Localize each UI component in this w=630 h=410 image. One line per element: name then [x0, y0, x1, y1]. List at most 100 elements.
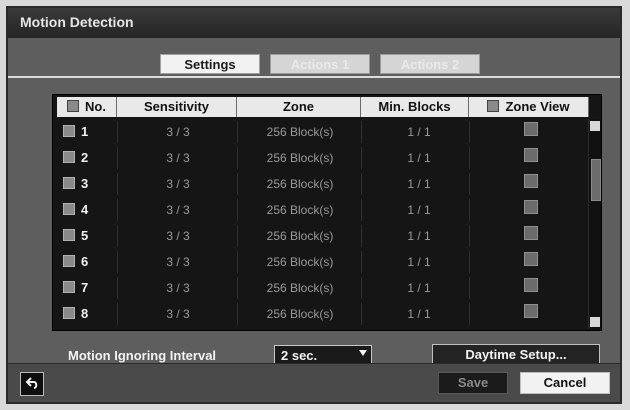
row-checkbox[interactable]	[63, 281, 75, 293]
table-row[interactable]: 1 3 / 3 256 Block(s) 1 / 1	[53, 121, 601, 143]
row-min-blocks[interactable]: 1 / 1	[369, 147, 469, 169]
row-no[interactable]: 1	[63, 121, 88, 143]
cell-divider	[237, 225, 238, 247]
row-min-blocks[interactable]: 1 / 1	[369, 225, 469, 247]
column-sensitivity[interactable]: Sensitivity	[117, 97, 237, 117]
tab-settings[interactable]: Settings	[160, 54, 260, 74]
select-all-checkbox[interactable]	[67, 100, 80, 112]
row-zone-view[interactable]	[475, 121, 587, 143]
row-zone[interactable]: 256 Block(s)	[241, 303, 359, 325]
row-checkbox[interactable]	[63, 125, 75, 137]
table-row[interactable]: 4 3 / 3 256 Block(s) 1 / 1	[53, 199, 601, 221]
row-zone[interactable]: 256 Block(s)	[241, 251, 359, 273]
row-min-blocks[interactable]: 1 / 1	[369, 251, 469, 273]
table-row[interactable]: 8 3 / 3 256 Block(s) 1 / 1	[53, 303, 601, 325]
tab-actions-2[interactable]: Actions 2	[380, 54, 480, 74]
row-number: 2	[81, 150, 89, 165]
row-no[interactable]: 7	[63, 277, 88, 299]
cell-divider	[237, 121, 238, 143]
tab-actions-1[interactable]: Actions 1	[270, 54, 370, 74]
cell-divider	[117, 199, 118, 221]
row-checkbox[interactable]	[63, 151, 75, 163]
row-zone[interactable]: 256 Block(s)	[241, 225, 359, 247]
row-min-blocks[interactable]: 1 / 1	[369, 303, 469, 325]
row-sensitivity[interactable]: 3 / 3	[123, 147, 233, 169]
column-zone[interactable]: Zone	[237, 97, 361, 117]
zone-view-checkbox[interactable]	[524, 278, 538, 292]
table-row[interactable]: 6 3 / 3 256 Block(s) 1 / 1	[53, 251, 601, 273]
row-checkbox[interactable]	[63, 203, 75, 215]
column-min-blocks[interactable]: Min. Blocks	[361, 97, 469, 117]
row-zone-view[interactable]	[475, 225, 587, 247]
row-min-blocks[interactable]: 1 / 1	[369, 121, 469, 143]
zone-view-checkbox[interactable]	[524, 200, 538, 214]
cell-divider	[361, 277, 362, 299]
cell-divider	[469, 277, 470, 299]
row-min-blocks[interactable]: 1 / 1	[369, 173, 469, 195]
scroll-down-icon[interactable]	[590, 317, 600, 327]
row-no[interactable]: 2	[63, 147, 88, 169]
row-zone[interactable]: 256 Block(s)	[241, 121, 359, 143]
row-no[interactable]: 5	[63, 225, 88, 247]
row-sensitivity[interactable]: 3 / 3	[123, 251, 233, 273]
row-zone[interactable]: 256 Block(s)	[241, 199, 359, 221]
zone-view-checkbox[interactable]	[524, 226, 538, 240]
row-no[interactable]: 8	[63, 303, 88, 325]
row-checkbox[interactable]	[63, 307, 75, 319]
row-number: 7	[81, 280, 89, 295]
table-row[interactable]: 3 3 / 3 256 Block(s) 1 / 1	[53, 173, 601, 195]
row-zone-view[interactable]	[475, 173, 587, 195]
row-zone[interactable]: 256 Block(s)	[241, 147, 359, 169]
zone-view-all-checkbox[interactable]	[487, 100, 500, 112]
back-arrow-icon[interactable]	[20, 372, 44, 396]
scroll-thumb[interactable]	[591, 159, 601, 201]
row-sensitivity[interactable]: 3 / 3	[123, 303, 233, 325]
title-bar: Motion Detection	[8, 8, 620, 38]
row-checkbox[interactable]	[63, 177, 75, 189]
table-scrollbar[interactable]	[588, 119, 601, 329]
row-zone-view[interactable]	[475, 147, 587, 169]
cell-divider	[361, 173, 362, 195]
row-zone-view[interactable]	[475, 199, 587, 221]
motion-ignoring-interval-select[interactable]: 2 sec.	[274, 345, 372, 365]
row-zone[interactable]: 256 Block(s)	[241, 173, 359, 195]
row-min-blocks[interactable]: 1 / 1	[369, 277, 469, 299]
row-sensitivity[interactable]: 3 / 3	[123, 199, 233, 221]
zone-view-checkbox[interactable]	[524, 252, 538, 266]
row-number: 8	[81, 306, 89, 321]
row-checkbox[interactable]	[63, 255, 75, 267]
zone-view-checkbox[interactable]	[524, 174, 538, 188]
column-zone-view[interactable]: Zone View	[469, 97, 589, 117]
table-row[interactable]: 5 3 / 3 256 Block(s) 1 / 1	[53, 225, 601, 247]
column-no[interactable]: No.	[57, 97, 117, 117]
row-zone-view[interactable]	[475, 303, 587, 325]
row-sensitivity[interactable]: 3 / 3	[123, 121, 233, 143]
bottom-bar: Save Cancel	[8, 363, 620, 402]
table-row[interactable]: 2 3 / 3 256 Block(s) 1 / 1	[53, 147, 601, 169]
table-row[interactable]: 7 3 / 3 256 Block(s) 1 / 1	[53, 277, 601, 299]
row-number: 5	[81, 228, 89, 243]
row-min-blocks[interactable]: 1 / 1	[369, 199, 469, 221]
row-sensitivity[interactable]: 3 / 3	[123, 277, 233, 299]
row-checkbox[interactable]	[63, 229, 75, 241]
row-no[interactable]: 3	[63, 173, 88, 195]
row-zone-view[interactable]	[475, 251, 587, 273]
row-zone-view[interactable]	[475, 277, 587, 299]
cell-divider	[361, 251, 362, 273]
row-number: 1	[81, 124, 89, 139]
zone-view-checkbox[interactable]	[524, 304, 538, 318]
zone-view-checkbox[interactable]	[524, 122, 538, 136]
chevron-down-icon	[359, 350, 367, 356]
cell-divider	[117, 225, 118, 247]
save-button[interactable]: Save	[438, 372, 508, 394]
cell-divider	[237, 251, 238, 273]
row-sensitivity[interactable]: 3 / 3	[123, 225, 233, 247]
row-sensitivity[interactable]: 3 / 3	[123, 173, 233, 195]
row-zone[interactable]: 256 Block(s)	[241, 277, 359, 299]
zone-view-checkbox[interactable]	[524, 148, 538, 162]
row-no[interactable]: 4	[63, 199, 88, 221]
scroll-up-icon[interactable]	[590, 121, 600, 131]
row-no[interactable]: 6	[63, 251, 88, 273]
cancel-button[interactable]: Cancel	[520, 372, 610, 394]
cell-divider	[237, 277, 238, 299]
